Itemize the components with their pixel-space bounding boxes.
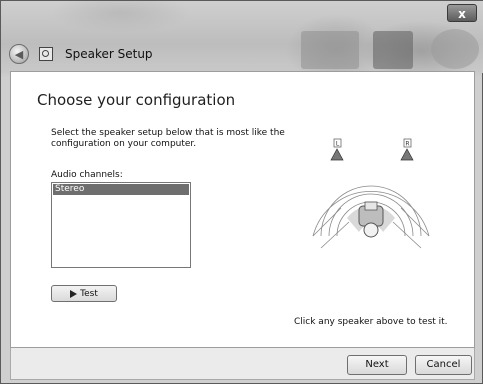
- audio-channels-list[interactable]: Stereo: [51, 182, 191, 268]
- wizard-header: ◀ Speaker Setup: [9, 43, 153, 65]
- speaker-setup-icon: [39, 47, 53, 61]
- back-button[interactable]: ◀: [9, 44, 29, 64]
- page-heading: Choose your configuration: [37, 91, 236, 109]
- cancel-button[interactable]: Cancel: [415, 355, 472, 375]
- list-item-stereo[interactable]: Stereo: [53, 184, 189, 195]
- back-arrow-icon: ◀: [14, 47, 24, 61]
- wizard-title: Speaker Setup: [65, 47, 153, 61]
- wizard-footer: Next Cancel: [10, 348, 475, 380]
- speaker-test-hint: Click any speaker above to test it.: [294, 317, 448, 327]
- test-button-label: Test: [80, 288, 98, 299]
- play-icon: [70, 289, 78, 298]
- left-speaker-icon[interactable]: L: [330, 138, 344, 161]
- close-button[interactable]: x: [447, 4, 477, 22]
- test-button[interactable]: Test: [51, 285, 117, 302]
- right-speaker-icon[interactable]: R: [400, 138, 414, 161]
- listener-icon: [358, 201, 384, 238]
- background-blur-shape: [431, 29, 479, 69]
- close-icon: x: [458, 7, 466, 21]
- instructions-text: Select the speaker setup below that is m…: [51, 128, 285, 149]
- background-blur-shape: [301, 31, 359, 69]
- audio-channels-label: Audio channels:: [51, 170, 123, 180]
- speaker-setup-window: x ◀ Speaker Setup Choose your configurat…: [0, 0, 483, 384]
- next-button[interactable]: Next: [347, 355, 407, 375]
- background-blur-shape: [373, 31, 413, 69]
- right-speaker-label: R: [405, 141, 409, 148]
- speaker-diagram: L R: [312, 138, 430, 249]
- content-panel: Choose your configuration Select the spe…: [10, 71, 475, 348]
